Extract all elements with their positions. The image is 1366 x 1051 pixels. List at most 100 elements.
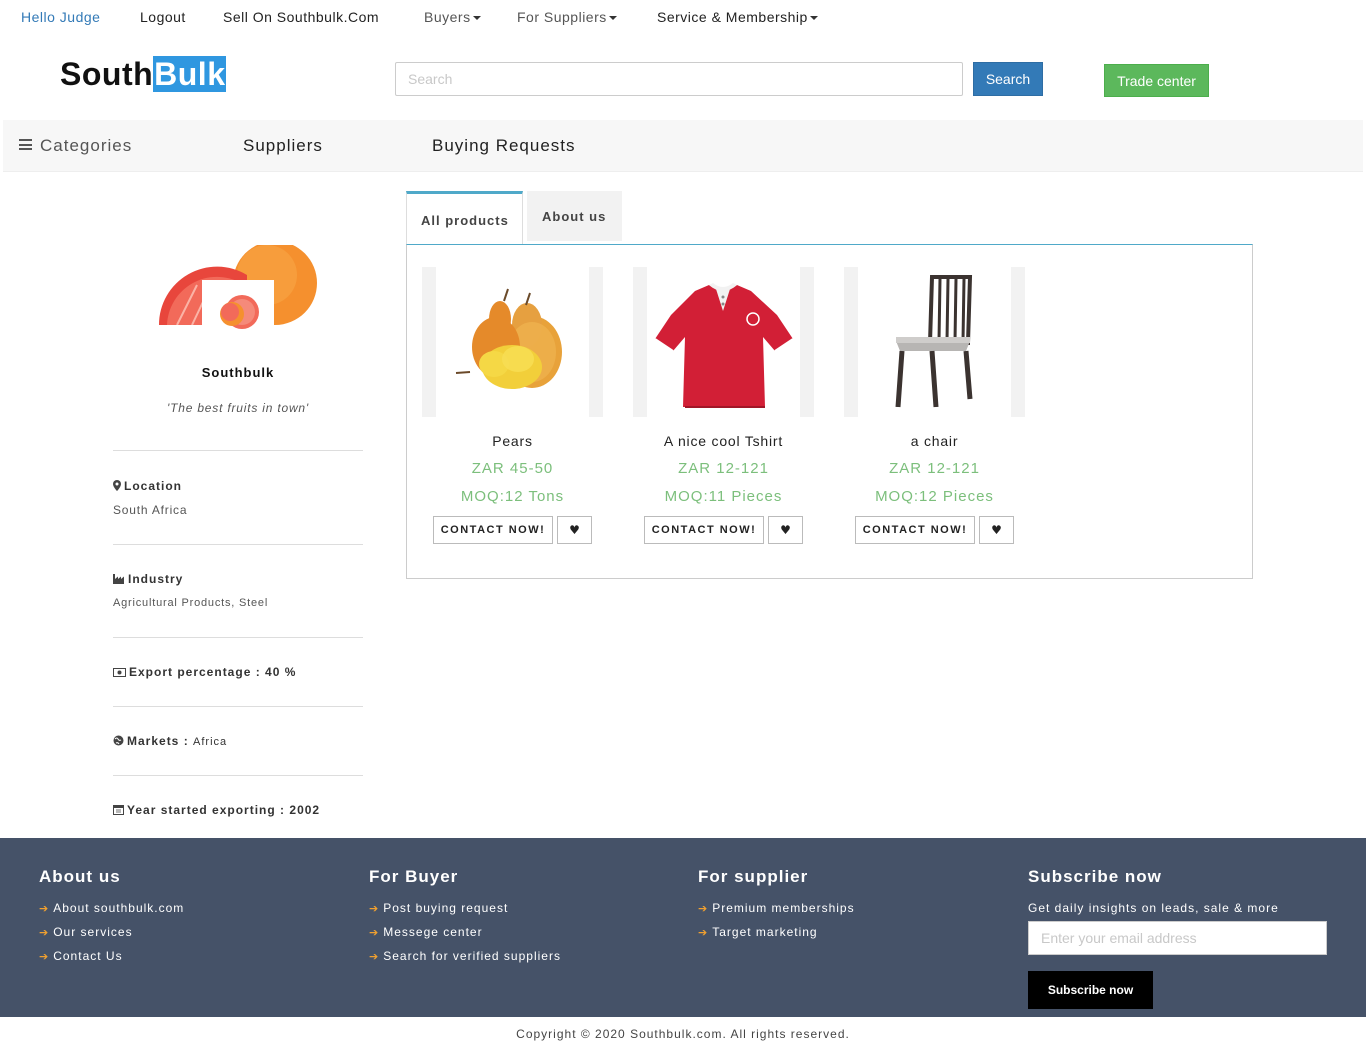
divider — [113, 706, 363, 707]
location-label-text: Location — [124, 479, 182, 493]
footer: About us ➔ About southbulk.com ➔ Our servi… — [0, 838, 1366, 1017]
calendar-icon — [113, 805, 124, 815]
footer-link-label: Messege center — [383, 925, 483, 939]
buyers-label: Buyers — [424, 9, 471, 25]
arrow-right-icon: ➔ — [39, 926, 50, 939]
footer-link-label: About southbulk.com — [53, 901, 185, 915]
export-value: 40 % — [265, 665, 297, 679]
email-input[interactable] — [1028, 921, 1327, 955]
caret-down-icon — [472, 16, 481, 21]
arrow-right-icon: ➔ — [698, 926, 709, 939]
year-started-exporting: Year started exporting : 2002 — [113, 803, 320, 817]
contact-now-button[interactable]: CONTACT NOW! — [644, 516, 764, 544]
footer-link-label: Post buying request — [383, 901, 509, 915]
product-image[interactable] — [844, 267, 1025, 417]
product-name[interactable]: Pears — [402, 433, 623, 449]
footer-link-label: Our services — [53, 925, 133, 939]
product-moq: MOQ:12 Tons — [460, 488, 565, 505]
footer-link[interactable]: ➔ Premium memberships — [698, 901, 855, 915]
footer-link[interactable]: ➔ Target marketing — [698, 925, 855, 939]
footer-subscribe-title: Subscribe now — [1028, 867, 1162, 886]
contact-now-button[interactable]: CONTACT NOW! — [855, 516, 975, 544]
subscribe-button[interactable]: Subscribe now — [1028, 971, 1153, 1009]
location-label: Location — [113, 479, 182, 493]
logo-south: South — [60, 56, 154, 92]
buyers-dropdown[interactable]: Buyers — [424, 9, 481, 25]
sell-link[interactable]: Sell On Southbulk.Com — [223, 9, 379, 25]
company-tagline: 'The best fruits in town' — [167, 401, 309, 415]
favorite-button[interactable]: ♥ — [768, 516, 803, 544]
for-suppliers-label: For Suppliers — [517, 9, 607, 25]
year-label-text: Year started exporting : — [127, 803, 286, 817]
footer-about-title: About us — [39, 867, 121, 886]
arrow-right-icon: ➔ — [369, 902, 380, 915]
footer-link-label: Contact Us — [53, 949, 123, 963]
logout-link[interactable]: Logout — [140, 9, 186, 25]
supplier-avatar — [202, 280, 274, 340]
for-suppliers-dropdown[interactable]: For Suppliers — [517, 9, 617, 25]
divider — [113, 775, 363, 776]
divider — [113, 544, 363, 545]
grapefruit-avatar-icon — [220, 295, 259, 329]
logo-bulk: Bulk — [153, 56, 227, 92]
heart-icon: ♥ — [991, 523, 1002, 537]
product-image[interactable] — [422, 267, 603, 417]
tab-all-products[interactable]: All products — [406, 191, 523, 244]
footer-link[interactable]: ➔ Search for verified suppliers — [369, 949, 561, 963]
favorite-button[interactable]: ♥ — [979, 516, 1014, 544]
contact-now-button[interactable]: CONTACT NOW! — [433, 516, 553, 544]
caret-down-icon — [809, 16, 818, 21]
nav-buying-requests[interactable]: Buying Requests — [432, 136, 576, 156]
heart-icon: ♥ — [569, 523, 580, 537]
copyright-text: Copyright © 2020 Southbulk.com. All righ… — [516, 1027, 850, 1041]
greeting-link[interactable]: Hello Judge — [21, 9, 100, 25]
footer-supplier-title: For supplier — [698, 867, 809, 886]
footer-subscribe-column: Subscribe now Get daily insights on lead… — [1028, 867, 1327, 1009]
subscribe-description: Get daily insights on leads, sale & more — [1028, 901, 1279, 915]
industry-label-text: Industry — [128, 572, 184, 586]
footer-buyer-title: For Buyer — [369, 867, 459, 886]
product-name[interactable]: A nice cool Tshirt — [613, 433, 834, 449]
arrow-right-icon: ➔ — [698, 902, 709, 915]
search-button[interactable]: Search — [973, 62, 1043, 96]
product-moq: MOQ:12 Pieces — [875, 488, 994, 505]
arrow-right-icon: ➔ — [39, 902, 50, 915]
markets-value: Africa — [193, 736, 228, 748]
footer-link[interactable]: ➔ About southbulk.com — [39, 901, 184, 915]
arrow-right-icon: ➔ — [369, 950, 380, 963]
footer-link[interactable]: ➔ Contact Us — [39, 949, 184, 963]
footer-link[interactable]: ➔ Post buying request — [369, 901, 561, 915]
footer-link-label: Search for verified suppliers — [383, 949, 561, 963]
footer-link[interactable]: ➔ Messege center — [369, 925, 561, 939]
year-value: 2002 — [289, 803, 321, 817]
service-membership-label: Service & Membership — [657, 9, 808, 25]
tab-about-us[interactable]: About us — [527, 191, 622, 241]
industry-label: Industry — [113, 572, 183, 586]
hamburger-icon — [19, 139, 32, 150]
footer-about-column: About us ➔ About southbulk.com ➔ Our servi… — [39, 867, 184, 973]
footer-link[interactable]: ➔ Our services — [39, 925, 184, 939]
tshirt-image — [654, 283, 794, 408]
product-price: ZAR 12-121 — [889, 460, 980, 477]
nav-suppliers[interactable]: Suppliers — [243, 136, 323, 156]
site-logo[interactable]: SouthBulk — [60, 56, 227, 92]
trade-center-button[interactable]: Trade center — [1104, 64, 1209, 97]
top-bar: Hello Judge Logout Sell On Southbulk.Com… — [0, 0, 1366, 34]
product-name[interactable]: a chair — [824, 433, 1045, 449]
product-image[interactable] — [633, 267, 814, 417]
search-input[interactable] — [395, 62, 963, 96]
location-value: South Africa — [113, 503, 188, 517]
categories-menu[interactable]: Categories — [19, 136, 132, 156]
globe-icon — [113, 735, 124, 746]
industry-value: Agricultural Products, Steel — [113, 597, 269, 609]
service-membership-dropdown[interactable]: Service & Membership — [657, 9, 818, 25]
arrow-right-icon: ➔ — [369, 926, 380, 939]
tab-about-us-label: About us — [542, 209, 607, 224]
footer-link-label: Premium memberships — [712, 901, 855, 915]
product-price: ZAR 45-50 — [471, 460, 554, 477]
map-marker-icon — [113, 480, 121, 491]
markets-label-text: Markets : — [127, 734, 189, 748]
favorite-button[interactable]: ♥ — [557, 516, 592, 544]
product-moq: MOQ:11 Pieces — [664, 488, 783, 505]
categories-label: Categories — [40, 136, 133, 155]
